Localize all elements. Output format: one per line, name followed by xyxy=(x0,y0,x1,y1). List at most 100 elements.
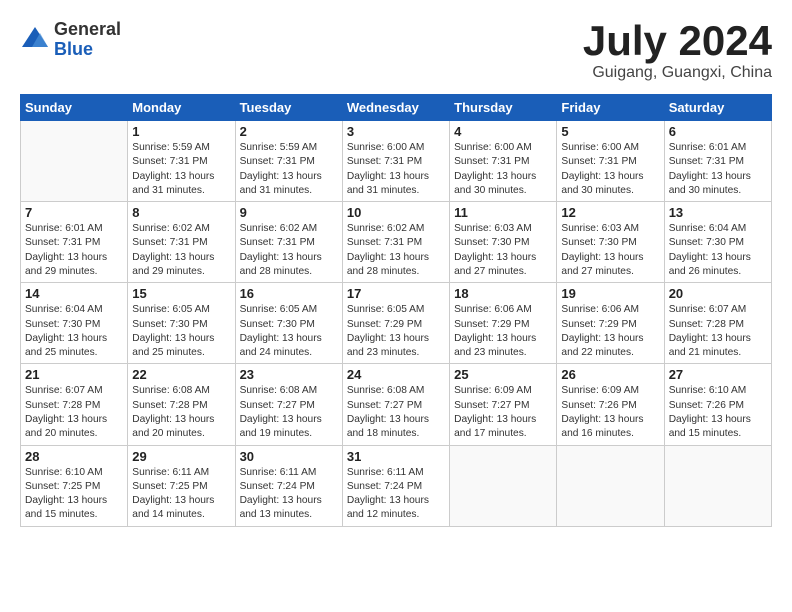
calendar-body: 1 Sunrise: 5:59 AM Sunset: 7:31 PM Daylig… xyxy=(21,121,772,527)
day-number: 11 xyxy=(454,205,552,220)
day-number: 28 xyxy=(25,449,123,464)
logo-blue: Blue xyxy=(54,40,121,60)
calendar-cell: 2 Sunrise: 5:59 AM Sunset: 7:31 PM Daylig… xyxy=(235,121,342,202)
day-number: 6 xyxy=(669,124,767,139)
day-info: Sunrise: 6:10 AM Sunset: 7:26 PM Dayligh… xyxy=(669,384,767,441)
calendar-cell: 28 Sunrise: 6:10 AM Sunset: 7:25 PM Dayli… xyxy=(21,445,128,526)
week-row-5: 28 Sunrise: 6:10 AM Sunset: 7:25 PM Dayli… xyxy=(21,445,772,526)
day-number: 30 xyxy=(240,449,338,464)
main-title: July 2024 xyxy=(583,20,772,62)
day-number: 4 xyxy=(454,124,552,139)
day-info: Sunrise: 5:59 AM Sunset: 7:31 PM Dayligh… xyxy=(132,141,230,198)
day-info: Sunrise: 6:01 AM Sunset: 7:31 PM Dayligh… xyxy=(25,222,123,279)
day-number: 12 xyxy=(561,205,659,220)
calendar-cell: 11 Sunrise: 6:03 AM Sunset: 7:30 PM Dayli… xyxy=(450,202,557,283)
day-info: Sunrise: 6:02 AM Sunset: 7:31 PM Dayligh… xyxy=(240,222,338,279)
calendar-cell: 3 Sunrise: 6:00 AM Sunset: 7:31 PM Daylig… xyxy=(342,121,449,202)
day-info: Sunrise: 6:03 AM Sunset: 7:30 PM Dayligh… xyxy=(454,222,552,279)
calendar-cell: 10 Sunrise: 6:02 AM Sunset: 7:31 PM Dayli… xyxy=(342,202,449,283)
calendar-cell: 17 Sunrise: 6:05 AM Sunset: 7:29 PM Dayli… xyxy=(342,283,449,364)
day-number: 3 xyxy=(347,124,445,139)
day-info: Sunrise: 6:05 AM Sunset: 7:30 PM Dayligh… xyxy=(240,303,338,360)
calendar: Sunday Monday Tuesday Wednesday Thursday… xyxy=(20,94,772,527)
day-info: Sunrise: 6:02 AM Sunset: 7:31 PM Dayligh… xyxy=(347,222,445,279)
calendar-cell: 20Sunrise: 6:07 AM Sunset: 7:28 PM Dayli… xyxy=(664,283,771,364)
day-number: 10 xyxy=(347,205,445,220)
day-info: Sunrise: 6:03 AM Sunset: 7:30 PM Dayligh… xyxy=(561,222,659,279)
day-info: Sunrise: 6:00 AM Sunset: 7:31 PM Dayligh… xyxy=(454,141,552,198)
day-info: Sunrise: 6:08 AM Sunset: 7:27 PM Dayligh… xyxy=(240,384,338,441)
logo-icon xyxy=(20,25,50,55)
calendar-cell: 13 Sunrise: 6:04 AM Sunset: 7:30 PM Dayli… xyxy=(664,202,771,283)
day-number: 8 xyxy=(132,205,230,220)
day-info: Sunrise: 6:05 AM Sunset: 7:30 PM Dayligh… xyxy=(132,303,230,360)
calendar-cell xyxy=(557,445,664,526)
day-number: 23 xyxy=(240,367,338,382)
day-number: 7 xyxy=(25,205,123,220)
day-number: 16 xyxy=(240,286,338,301)
day-info: Sunrise: 6:11 AM Sunset: 7:25 PM Dayligh… xyxy=(132,466,230,523)
day-info: Sunrise: 6:06 AM Sunset: 7:29 PM Dayligh… xyxy=(561,303,659,360)
day-number: 2 xyxy=(240,124,338,139)
col-saturday: Saturday xyxy=(664,95,771,121)
day-info: Sunrise: 6:02 AM Sunset: 7:31 PM Dayligh… xyxy=(132,222,230,279)
day-info: Sunrise: 6:01 AM Sunset: 7:31 PM Dayligh… xyxy=(669,141,767,198)
day-info: Sunrise: 6:04 AM Sunset: 7:30 PM Dayligh… xyxy=(25,303,123,360)
col-tuesday: Tuesday xyxy=(235,95,342,121)
day-info: Sunrise: 6:11 AM Sunset: 7:24 PM Dayligh… xyxy=(240,466,338,523)
day-number: 26 xyxy=(561,367,659,382)
subtitle: Guigang, Guangxi, China xyxy=(583,64,772,82)
calendar-cell: 8 Sunrise: 6:02 AM Sunset: 7:31 PM Daylig… xyxy=(128,202,235,283)
day-info: Sunrise: 6:00 AM Sunset: 7:31 PM Dayligh… xyxy=(561,141,659,198)
day-info: Sunrise: 6:05 AM Sunset: 7:29 PM Dayligh… xyxy=(347,303,445,360)
calendar-cell: 6 Sunrise: 6:01 AM Sunset: 7:31 PM Daylig… xyxy=(664,121,771,202)
calendar-cell: 4 Sunrise: 6:00 AM Sunset: 7:31 PM Daylig… xyxy=(450,121,557,202)
day-number: 9 xyxy=(240,205,338,220)
day-number: 18 xyxy=(454,286,552,301)
calendar-cell: 1 Sunrise: 5:59 AM Sunset: 7:31 PM Daylig… xyxy=(128,121,235,202)
calendar-cell: 18 Sunrise: 6:06 AM Sunset: 7:29 PM Dayli… xyxy=(450,283,557,364)
day-number: 14 xyxy=(25,286,123,301)
day-number: 5 xyxy=(561,124,659,139)
day-number: 27 xyxy=(669,367,767,382)
logo-text: General Blue xyxy=(54,20,121,60)
day-info: Sunrise: 6:09 AM Sunset: 7:27 PM Dayligh… xyxy=(454,384,552,441)
day-number: 21 xyxy=(25,367,123,382)
day-info: Sunrise: 5:59 AM Sunset: 7:31 PM Dayligh… xyxy=(240,141,338,198)
header: General Blue July 2024 Guigang, Guangxi,… xyxy=(20,20,772,82)
day-number: 31 xyxy=(347,449,445,464)
day-info: Sunrise: 6:10 AM Sunset: 7:25 PM Dayligh… xyxy=(25,466,123,523)
calendar-cell: 23 Sunrise: 6:08 AM Sunset: 7:27 PM Dayli… xyxy=(235,364,342,445)
calendar-header: Sunday Monday Tuesday Wednesday Thursday… xyxy=(21,95,772,121)
logo: General Blue xyxy=(20,20,121,60)
day-info: Sunrise: 6:08 AM Sunset: 7:27 PM Dayligh… xyxy=(347,384,445,441)
calendar-cell: 27 Sunrise: 6:10 AM Sunset: 7:26 PM Dayli… xyxy=(664,364,771,445)
logo-general: General xyxy=(54,20,121,40)
day-number: 20 xyxy=(669,286,767,301)
day-number: 1 xyxy=(132,124,230,139)
calendar-cell: 25Sunrise: 6:09 AM Sunset: 7:27 PM Dayli… xyxy=(450,364,557,445)
day-number: 15 xyxy=(132,286,230,301)
day-info: Sunrise: 6:07 AM Sunset: 7:28 PM Dayligh… xyxy=(25,384,123,441)
calendar-cell: 26Sunrise: 6:09 AM Sunset: 7:26 PM Dayli… xyxy=(557,364,664,445)
day-info: Sunrise: 6:00 AM Sunset: 7:31 PM Dayligh… xyxy=(347,141,445,198)
calendar-cell: 31Sunrise: 6:11 AM Sunset: 7:24 PM Dayli… xyxy=(342,445,449,526)
calendar-cell: 21 Sunrise: 6:07 AM Sunset: 7:28 PM Dayli… xyxy=(21,364,128,445)
calendar-cell: 14 Sunrise: 6:04 AM Sunset: 7:30 PM Dayli… xyxy=(21,283,128,364)
calendar-cell: 16 Sunrise: 6:05 AM Sunset: 7:30 PM Dayli… xyxy=(235,283,342,364)
col-monday: Monday xyxy=(128,95,235,121)
calendar-cell: 7 Sunrise: 6:01 AM Sunset: 7:31 PM Daylig… xyxy=(21,202,128,283)
day-number: 13 xyxy=(669,205,767,220)
col-friday: Friday xyxy=(557,95,664,121)
calendar-cell xyxy=(664,445,771,526)
day-info: Sunrise: 6:04 AM Sunset: 7:30 PM Dayligh… xyxy=(669,222,767,279)
day-number: 17 xyxy=(347,286,445,301)
day-number: 29 xyxy=(132,449,230,464)
week-row-2: 7 Sunrise: 6:01 AM Sunset: 7:31 PM Daylig… xyxy=(21,202,772,283)
day-number: 24 xyxy=(347,367,445,382)
day-info: Sunrise: 6:06 AM Sunset: 7:29 PM Dayligh… xyxy=(454,303,552,360)
header-row: Sunday Monday Tuesday Wednesday Thursday… xyxy=(21,95,772,121)
week-row-3: 14 Sunrise: 6:04 AM Sunset: 7:30 PM Dayli… xyxy=(21,283,772,364)
calendar-cell: 15 Sunrise: 6:05 AM Sunset: 7:30 PM Dayli… xyxy=(128,283,235,364)
calendar-cell: 22Sunrise: 6:08 AM Sunset: 7:28 PM Dayli… xyxy=(128,364,235,445)
